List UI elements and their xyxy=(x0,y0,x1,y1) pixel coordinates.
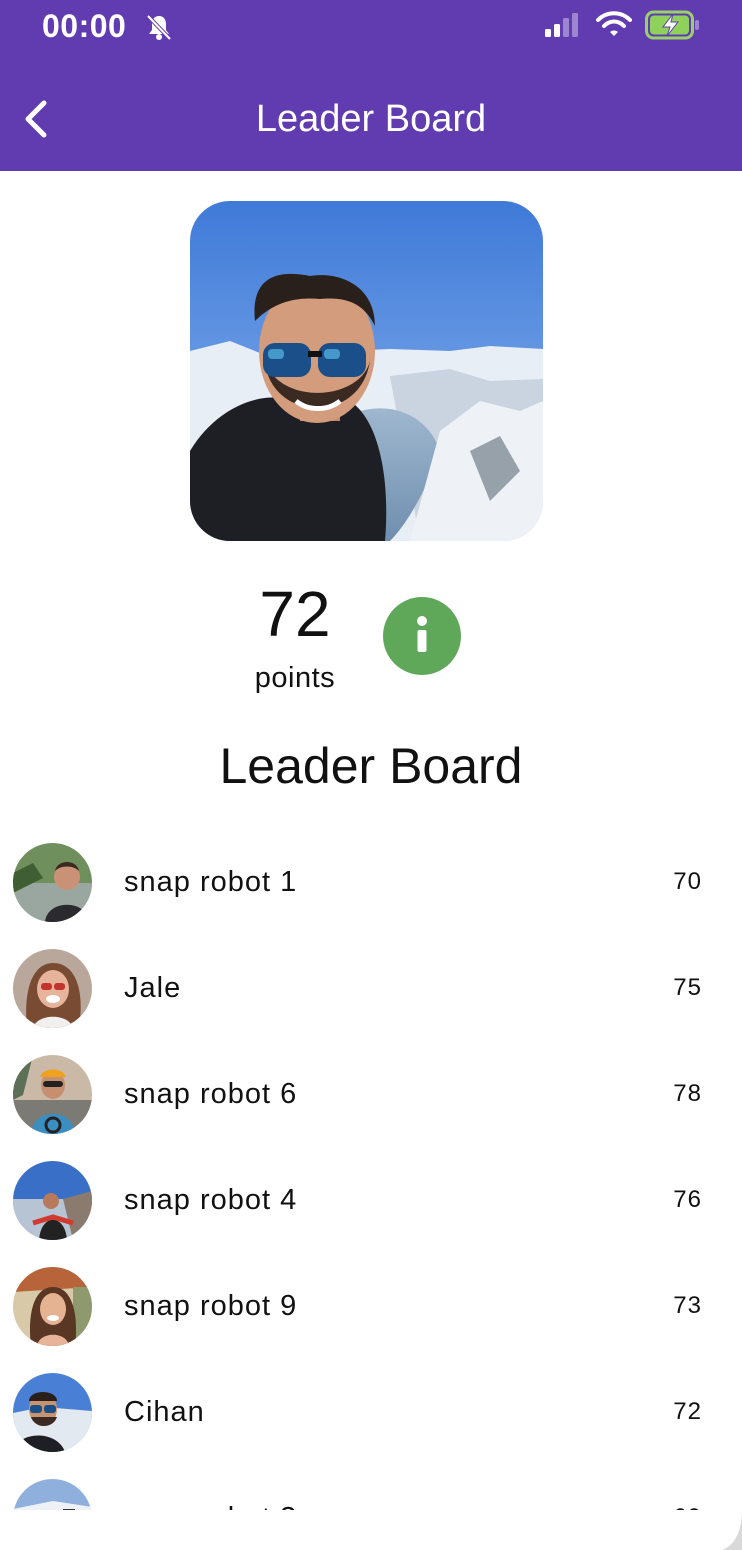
battery-charging-icon xyxy=(645,10,699,40)
list-item-score: 70 xyxy=(673,868,702,895)
list-item-name: snap robot 6 xyxy=(124,1078,298,1110)
list-item-score: 69 xyxy=(673,1501,702,1510)
list-item[interactable]: Jale 75 xyxy=(0,935,742,1041)
corner-shade xyxy=(722,1510,742,1550)
leaderboard-title: Leader Board xyxy=(219,738,523,794)
avatar xyxy=(13,1373,92,1452)
app-header: 00:00 Leader Board xyxy=(0,0,742,171)
avatar xyxy=(13,843,92,922)
profile-photo xyxy=(190,201,543,541)
list-item-name: snap robot 4 xyxy=(124,1184,298,1216)
list-item-score: 73 xyxy=(673,1292,702,1319)
list-item[interactable]: snap robot 9 73 xyxy=(0,1253,742,1359)
wifi-icon xyxy=(596,11,632,36)
avatar xyxy=(13,1161,92,1240)
list-item-name: snap robot 1 xyxy=(124,866,298,898)
cellular-signal-icon xyxy=(545,13,578,37)
page-title: Leader Board xyxy=(255,98,487,140)
points-label: points xyxy=(254,662,336,694)
avatar xyxy=(13,1055,92,1134)
info-button[interactable] xyxy=(383,597,461,675)
list-item[interactable]: snap robot 3 69 xyxy=(0,1465,742,1510)
list-item-score: 72 xyxy=(673,1398,702,1425)
leaderboard-list[interactable]: snap robot 1 70 Jale 75 snap robot 6 78 … xyxy=(0,829,742,1510)
back-button[interactable] xyxy=(16,95,60,143)
points-value: 72 xyxy=(259,578,331,650)
leaderboard-screen: 00:00 Leader Board 72 points Leader Boar… xyxy=(0,0,742,1550)
bell-muted-icon xyxy=(146,14,172,41)
avatar xyxy=(13,1267,92,1346)
list-item-score: 75 xyxy=(673,974,702,1001)
list-item[interactable]: Cihan 72 xyxy=(0,1359,742,1465)
status-time: 00:00 xyxy=(42,8,127,44)
list-item-name: Jale xyxy=(124,972,182,1004)
list-item-name: snap robot 9 xyxy=(124,1290,298,1322)
list-item[interactable]: snap robot 6 78 xyxy=(0,1041,742,1147)
avatar xyxy=(13,1479,92,1510)
info-icon xyxy=(417,616,427,652)
list-item[interactable]: snap robot 1 70 xyxy=(0,829,742,935)
list-item-name: snap robot 3 xyxy=(124,1499,297,1510)
avatar xyxy=(13,949,92,1028)
list-item-score: 76 xyxy=(673,1186,702,1213)
list-item[interactable]: snap robot 4 76 xyxy=(0,1147,742,1253)
list-item-score: 78 xyxy=(673,1080,702,1107)
list-item-name: Cihan xyxy=(124,1396,205,1428)
